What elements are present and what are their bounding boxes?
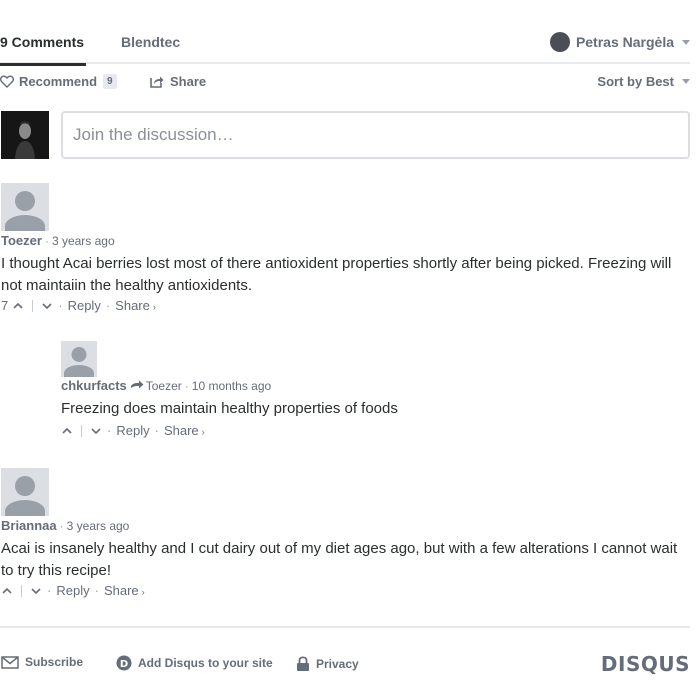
envelope-icon	[1, 655, 19, 669]
comment-footer: · Reply · Share ›	[1, 583, 145, 598]
chevron-up-icon	[2, 587, 12, 594]
vote-count: 7	[1, 298, 9, 313]
comment-meta: Briannaa · 3 years ago	[1, 518, 130, 533]
subscribe-label: Subscribe	[25, 655, 84, 669]
in-reply-to[interactable]: Toezer	[146, 379, 182, 393]
recommend-label: Recommend	[19, 74, 98, 89]
chevron-down-icon	[682, 79, 690, 84]
chevron-up-icon	[13, 302, 23, 309]
comment-meta: chkurfacts Toezer · 10 months ago	[61, 378, 272, 393]
privacy-label: Privacy	[316, 656, 359, 671]
share-comment-button[interactable]: Share ›	[115, 298, 156, 313]
comment-author[interactable]: Briannaa	[1, 518, 57, 533]
sort-label: Sort by Best	[597, 74, 674, 89]
user-name: Petras Nargėla	[575, 34, 674, 50]
recommend-count: 9	[103, 74, 117, 89]
comment-input[interactable]: Join the discussion…	[61, 111, 690, 159]
comment-composer: Join the discussion…	[0, 111, 690, 159]
comment-author[interactable]: chkurfacts	[61, 378, 127, 393]
share-comment-button[interactable]: Share ›	[164, 423, 205, 438]
downvote-button[interactable]	[90, 427, 102, 435]
comment-text: Freezing does maintain healthy propertie…	[61, 400, 398, 417]
user-avatar	[549, 32, 570, 52]
thread-actions: Recommend 9 Share Sort by Best	[0, 74, 690, 96]
chevron-down-icon	[91, 427, 101, 434]
comment-time[interactable]: 3 years ago	[67, 519, 130, 533]
subscribe-link[interactable]: Subscribe	[1, 655, 83, 669]
sort-dropdown[interactable]: Sort by Best	[597, 74, 690, 89]
avatar[interactable]	[1, 183, 49, 231]
comment-footer: · Reply · Share ›	[61, 423, 205, 438]
downvote-button[interactable]	[30, 587, 42, 595]
tab-comments[interactable]: 9 Comments	[0, 34, 87, 66]
share-label: Share	[170, 74, 207, 89]
privacy-link[interactable]: Privacy	[296, 655, 359, 672]
comment-author[interactable]: Toezer	[1, 233, 42, 248]
reply-arrow-icon	[130, 380, 144, 389]
reply-button[interactable]: Reply	[56, 583, 89, 598]
comment-time[interactable]: 3 years ago	[52, 234, 115, 248]
comments-nav: 9 Comments Blendtec Petras Nargėla	[0, 24, 690, 66]
comment-time[interactable]: 10 months ago	[192, 379, 271, 393]
avatar[interactable]	[61, 341, 97, 377]
reply-button[interactable]: Reply	[68, 298, 101, 313]
disqus-logo[interactable]: DISQUS	[601, 652, 690, 676]
current-user-avatar	[1, 111, 49, 159]
user-menu[interactable]: Petras Nargėla	[549, 32, 690, 52]
comment-meta: Toezer · 3 years ago	[1, 233, 115, 248]
reply-button[interactable]: Reply	[116, 423, 149, 438]
add-disqus-link[interactable]: D Add Disqus to your site	[116, 655, 273, 671]
avatar[interactable]	[1, 468, 49, 516]
comment-text: I thought Acai berries lost most of ther…	[1, 255, 672, 294]
upvote-button[interactable]: 7	[1, 298, 24, 313]
user-photo	[1, 111, 49, 159]
comment-footer: 7 · Reply · Share ›	[1, 298, 156, 313]
chevron-up-icon	[62, 427, 72, 434]
share-comment-button[interactable]: Share ›	[104, 583, 145, 598]
add-disqus-label: Add Disqus to your site	[138, 656, 273, 670]
disqus-d-icon: D	[116, 655, 132, 671]
downvote-button[interactable]	[41, 302, 53, 310]
share-icon	[150, 76, 164, 88]
recommend-button[interactable]: Recommend 9	[0, 74, 117, 89]
chevron-down-icon	[682, 39, 690, 45]
svg-text:D: D	[120, 659, 128, 670]
upvote-button[interactable]	[61, 427, 73, 435]
comment-text: Acai is insanely healthy and I cut dairy…	[1, 540, 678, 579]
chevron-down-icon	[42, 302, 52, 309]
disqus-footer: Subscribe D Add Disqus to your site Priv…	[0, 626, 690, 685]
heart-icon	[0, 75, 14, 88]
upvote-button[interactable]	[1, 587, 13, 595]
share-thread-button[interactable]: Share	[150, 74, 206, 89]
tab-forum[interactable]: Blendtec	[121, 34, 180, 50]
lock-icon	[297, 656, 309, 671]
chevron-down-icon	[31, 587, 41, 594]
